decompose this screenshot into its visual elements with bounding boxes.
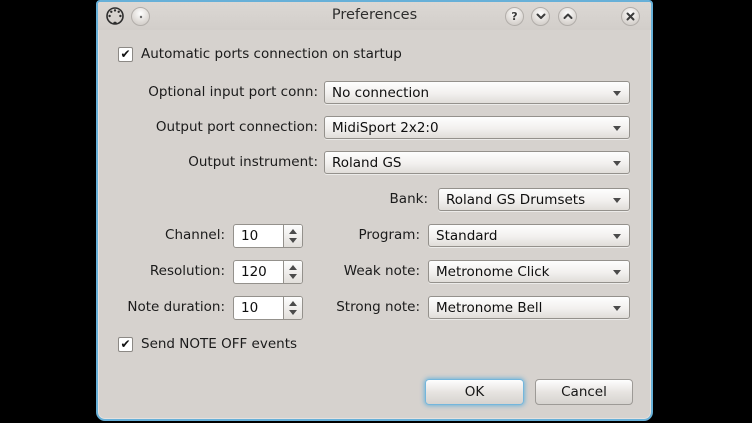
output-conn-value: MidiSport 2x2:0 — [332, 120, 439, 136]
shade-up-button[interactable] — [558, 7, 577, 26]
auto-connect-checkbox-row: ✔ Automatic ports connection on startup — [118, 46, 402, 62]
dropdown-arrow-icon — [613, 270, 621, 275]
output-instrument-label: Output instrument: — [98, 151, 318, 174]
check-icon: ✔ — [120, 48, 130, 60]
auto-connect-label: Automatic ports connection on startup — [141, 46, 402, 62]
bank-combobox[interactable]: Roland GS Drumsets — [438, 188, 630, 211]
input-conn-label: Optional input port conn: — [98, 81, 318, 104]
check-icon: ✔ — [120, 338, 130, 350]
preferences-dialog: Preferences ? ✔ Automatic ports connecti… — [96, 0, 653, 421]
close-icon — [626, 12, 635, 21]
input-conn-value: No connection — [332, 85, 429, 101]
help-button[interactable]: ? — [505, 7, 524, 26]
program-combobox[interactable]: Standard — [428, 224, 630, 247]
note-off-checkbox-row: ✔ Send NOTE OFF events — [118, 336, 297, 352]
note-off-checkbox[interactable]: ✔ — [118, 337, 133, 352]
strong-note-value: Metronome Bell — [436, 300, 542, 316]
weak-note-label: Weak note: — [98, 260, 420, 283]
weak-note-combobox[interactable]: Metronome Click — [428, 260, 630, 283]
auto-connect-checkbox[interactable]: ✔ — [118, 47, 133, 62]
close-button[interactable] — [621, 7, 640, 26]
help-icon: ? — [511, 10, 517, 23]
dropdown-arrow-icon — [613, 161, 621, 166]
bank-value: Roland GS Drumsets — [446, 192, 585, 208]
weak-note-value: Metronome Click — [436, 264, 550, 280]
output-conn-label: Output port connection: — [98, 116, 318, 139]
titlebar[interactable]: Preferences ? — [98, 2, 651, 30]
program-label: Program: — [98, 224, 420, 247]
chevron-up-icon — [563, 13, 573, 20]
chevron-down-icon — [536, 13, 546, 20]
output-instrument-value: Roland GS — [332, 155, 402, 171]
program-value: Standard — [436, 228, 497, 244]
dropdown-arrow-icon — [613, 91, 621, 96]
shade-down-button[interactable] — [531, 7, 550, 26]
strong-note-label: Strong note: — [98, 296, 420, 319]
dropdown-arrow-icon — [613, 198, 621, 203]
dropdown-arrow-icon — [613, 306, 621, 311]
strong-note-combobox[interactable]: Metronome Bell — [428, 296, 630, 319]
output-conn-combobox[interactable]: MidiSport 2x2:0 — [324, 116, 630, 139]
dropdown-arrow-icon — [613, 126, 621, 131]
cancel-button[interactable]: Cancel — [535, 379, 633, 405]
bank-label: Bank: — [98, 188, 428, 211]
output-instrument-combobox[interactable]: Roland GS — [324, 151, 630, 174]
dropdown-arrow-icon — [613, 234, 621, 239]
input-conn-combobox[interactable]: No connection — [324, 81, 630, 104]
note-off-label: Send NOTE OFF events — [141, 336, 297, 352]
ok-button[interactable]: OK — [425, 379, 524, 405]
